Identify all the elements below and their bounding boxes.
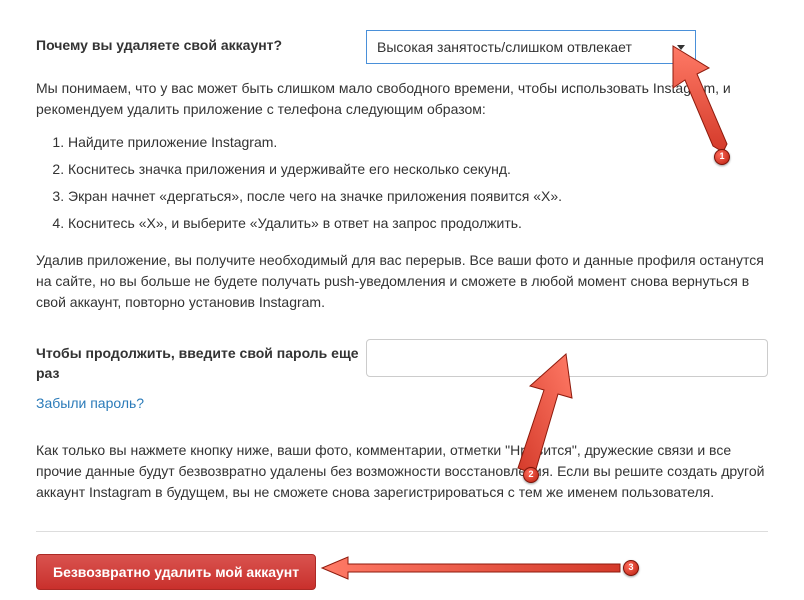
permanently-delete-button[interactable]: Безвозвратно удалить мой аккаунт [36, 554, 316, 590]
list-item: Коснитесь значка приложения и удерживайт… [68, 159, 768, 180]
permanent-delete-warning: Как только вы нажмете кнопку ниже, ваши … [36, 440, 768, 503]
password-input[interactable] [366, 339, 768, 377]
list-item: Экран начнет «дергаться», после чего на … [68, 186, 768, 207]
delete-reason-select[interactable]: Высокая занятость/слишком отвлекает [366, 30, 696, 64]
annotation-marker-1: 1 [714, 149, 730, 165]
after-uninstall-text: Удалив приложение, вы получите необходим… [36, 250, 768, 313]
annotation-marker-3: 3 [623, 560, 639, 576]
annotation-marker-2: 2 [523, 467, 539, 483]
list-item: Коснитесь «X», и выберите «Удалить» в от… [68, 213, 768, 234]
annotation-arrow-3 [320, 555, 630, 581]
uninstall-steps-list: Найдите приложение Instagram. Коснитесь … [68, 132, 768, 234]
separator [36, 531, 768, 532]
forgot-password-link[interactable]: Забыли пароль? [36, 393, 144, 414]
password-reenter-label: Чтобы продолжить, введите свой пароль ещ… [36, 339, 366, 383]
intro-text: Мы понимаем, что у вас может быть слишко… [36, 78, 768, 120]
delete-reason-selected: Высокая занятость/слишком отвлекает [377, 37, 632, 58]
delete-reason-label: Почему вы удаляете свой аккаунт? [36, 30, 366, 56]
list-item: Найдите приложение Instagram. [68, 132, 768, 153]
